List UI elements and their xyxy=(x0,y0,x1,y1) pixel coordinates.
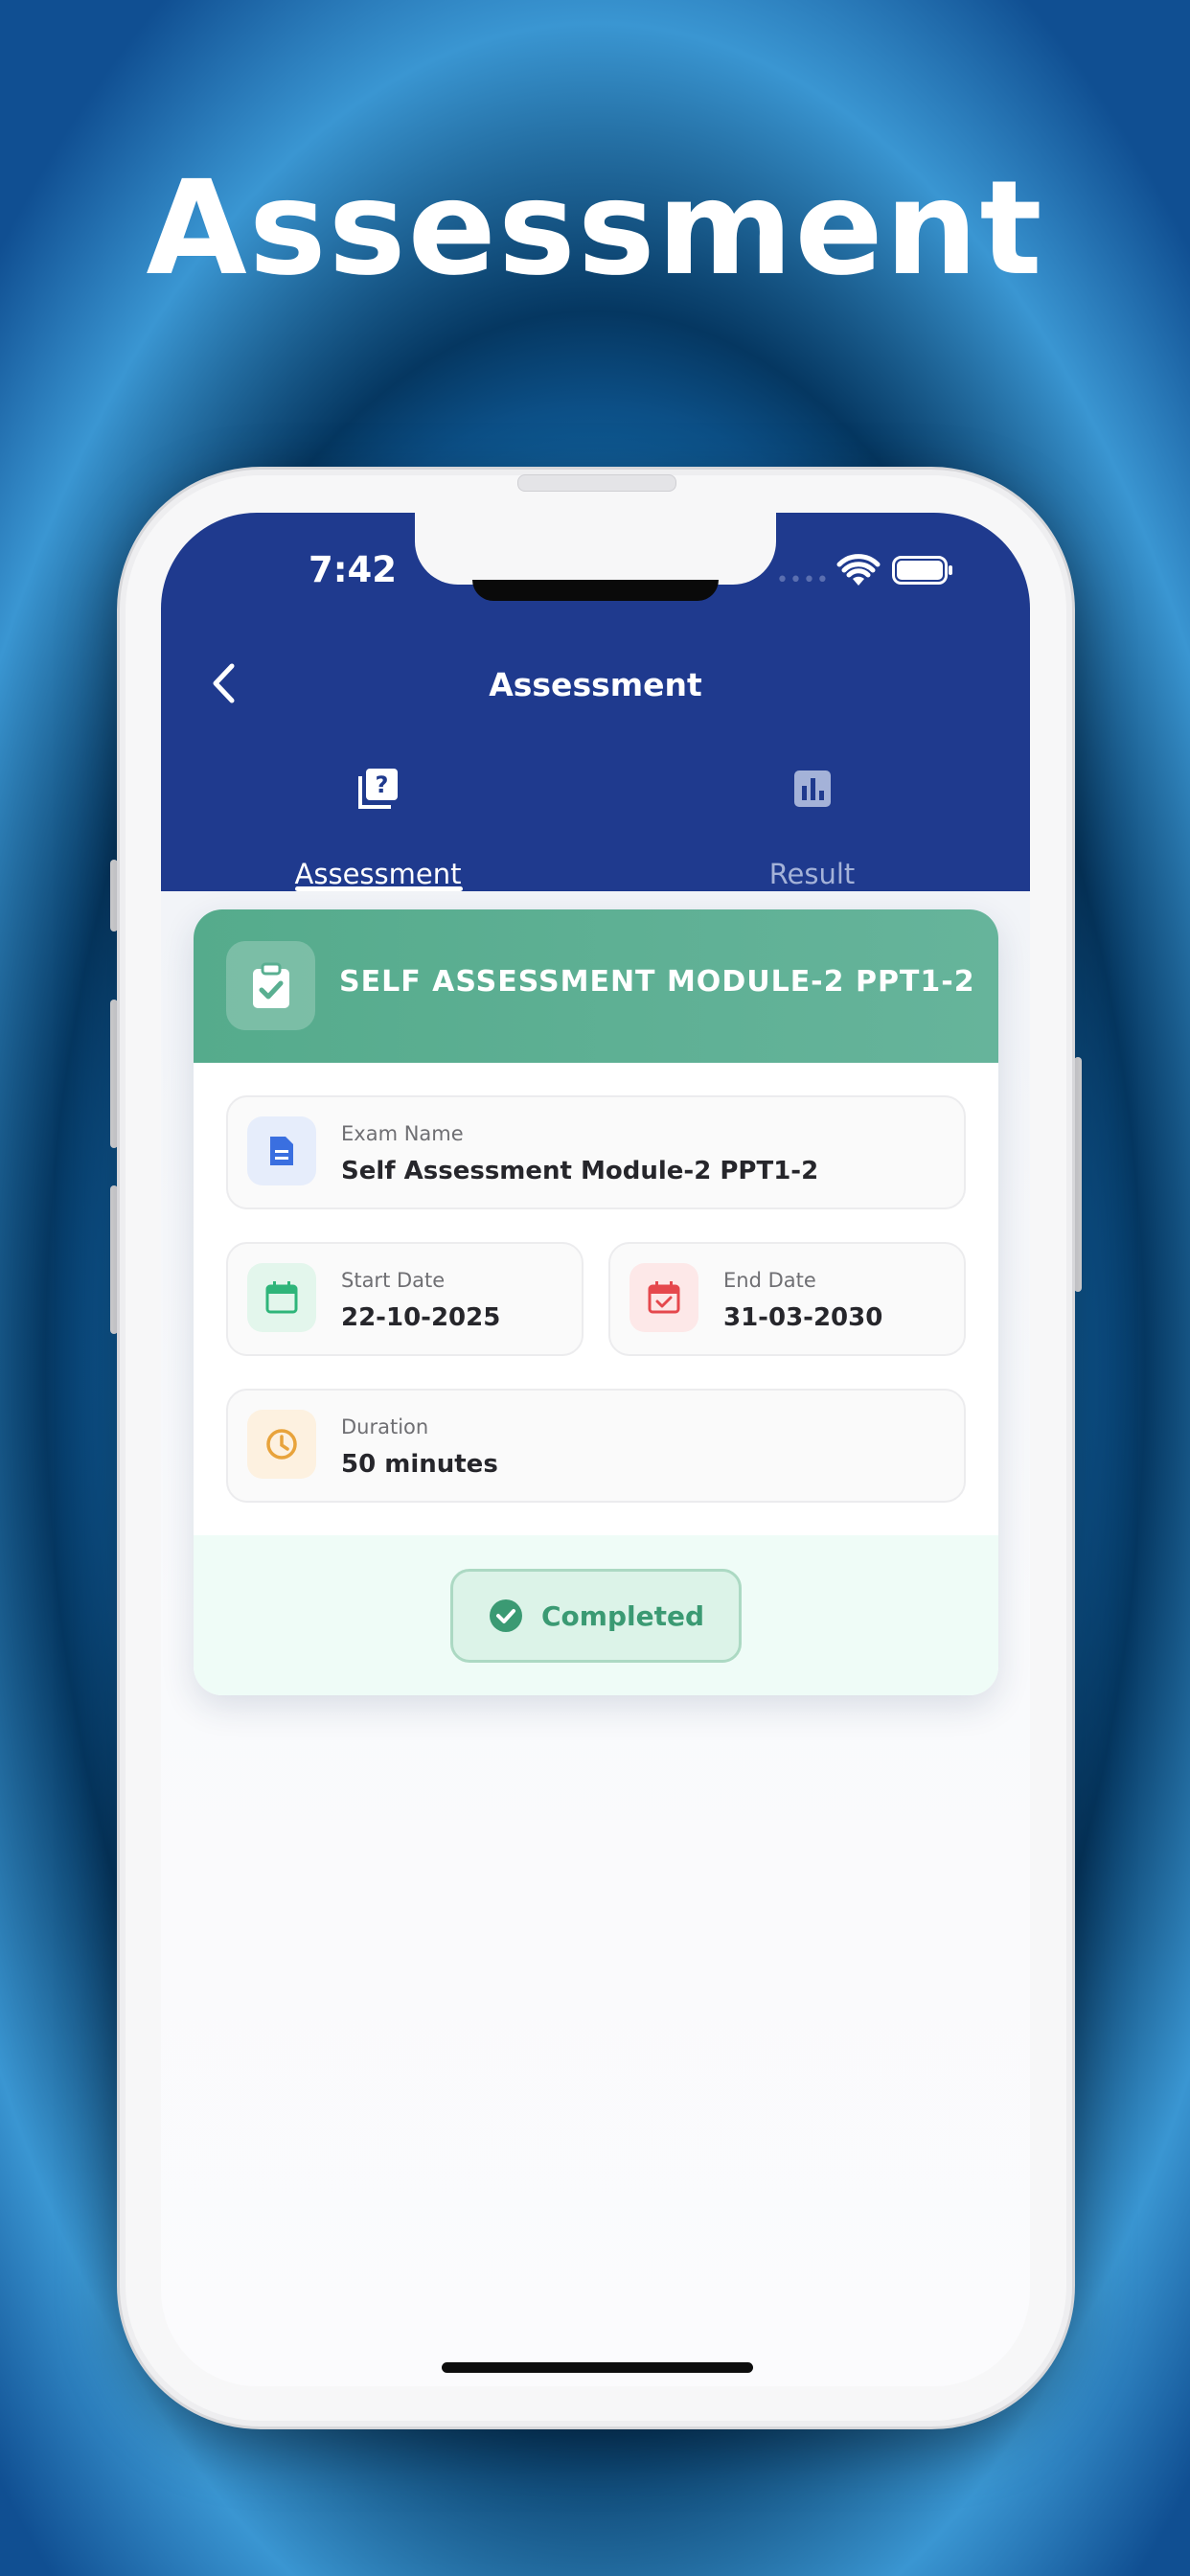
marketing-title: Assessment xyxy=(146,153,1044,305)
card-header: SELF ASSESSMENT MODULE-2 PPT1-2 xyxy=(194,909,998,1063)
exam-name-label: Exam Name xyxy=(341,1122,464,1145)
calendar-icon xyxy=(247,1263,316,1332)
duration-box: Duration 50 minutes xyxy=(226,1389,966,1503)
svg-text:?: ? xyxy=(375,771,388,798)
start-date-box: Start Date 22-10-2025 xyxy=(226,1242,584,1356)
chevron-left-icon xyxy=(213,663,235,703)
home-indicator[interactable] xyxy=(442,2362,753,2373)
phone-camera xyxy=(472,580,719,601)
phone-power-button xyxy=(1074,1057,1082,1292)
phone-speaker xyxy=(517,474,676,492)
active-tab-indicator xyxy=(295,886,463,891)
completed-status-label: Completed xyxy=(540,1599,704,1632)
bar-chart-icon xyxy=(793,770,831,807)
completed-status-button[interactable]: Completed xyxy=(450,1569,742,1663)
card-title: SELF ASSESSMENT MODULE-2 PPT1-2 xyxy=(339,965,975,999)
clock-icon xyxy=(247,1410,316,1479)
page-title: Assessment xyxy=(489,666,702,703)
wifi-icon xyxy=(836,554,881,586)
end-date-box: End Date 31-03-2030 xyxy=(608,1242,966,1356)
end-date-label: End Date xyxy=(723,1269,816,1292)
exam-name-box: Exam Name Self Assessment Module-2 PPT1-… xyxy=(226,1095,966,1209)
card-footer: Completed xyxy=(194,1535,998,1695)
phone-notch xyxy=(415,513,776,585)
document-icon xyxy=(247,1116,316,1185)
tab-assessment-label: Assessment xyxy=(294,858,462,890)
duration-value: 50 minutes xyxy=(341,1450,498,1479)
back-button[interactable] xyxy=(199,655,247,712)
start-date-value: 22-10-2025 xyxy=(341,1303,501,1332)
calendar-check-icon xyxy=(629,1263,698,1332)
exam-name-value: Self Assessment Module-2 PPT1-2 xyxy=(341,1157,819,1185)
status-time: 7:42 xyxy=(308,549,398,590)
tab-result-label: Result xyxy=(768,858,856,890)
tab-result[interactable]: Result xyxy=(595,767,1029,891)
battery-icon xyxy=(892,556,952,585)
app-screen: 7:42 •••• Assessment ? Assessment Result… xyxy=(161,513,1030,2386)
start-date-label: Start Date xyxy=(341,1269,446,1292)
quiz-icon: ? xyxy=(357,769,398,809)
assessment-card[interactable]: SELF ASSESSMENT MODULE-2 PPT1-2 Exam Nam… xyxy=(194,909,998,1695)
end-date-value: 31-03-2030 xyxy=(723,1303,883,1332)
tab-assessment[interactable]: ? Assessment xyxy=(161,767,595,891)
duration-label: Duration xyxy=(341,1415,429,1438)
signal-icon: •••• xyxy=(776,568,830,592)
check-circle-icon xyxy=(489,1599,522,1632)
clipboard-check-icon xyxy=(226,941,315,1030)
